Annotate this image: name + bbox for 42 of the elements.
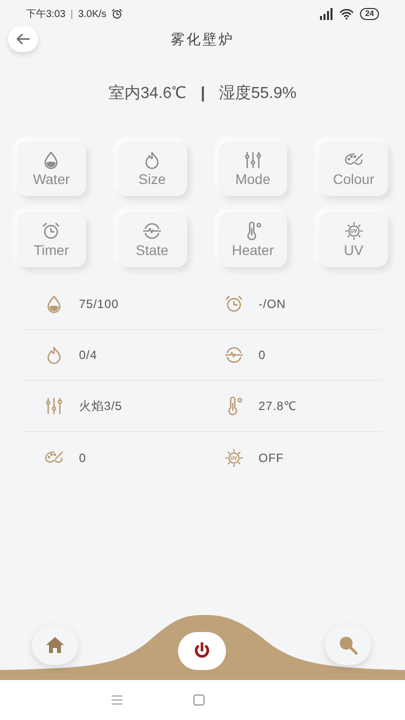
uv-sun-icon (224, 448, 244, 468)
reading-value: 0 (258, 347, 266, 364)
battery-indicator: 24 (360, 8, 379, 20)
reading-value: 火焰3/5 (79, 398, 122, 415)
pulse-circle-icon (224, 345, 244, 365)
control-tile[interactable]: Size (118, 141, 186, 196)
home-icon (45, 636, 65, 654)
search-icon (337, 634, 359, 656)
home-button[interactable] (32, 625, 78, 665)
reading-value: -/ON (258, 296, 286, 313)
indoor-temperature: 室内34.6℃ (108, 84, 187, 104)
alarm-clock-icon (111, 8, 124, 20)
menu-icon (110, 695, 122, 705)
humidity-reading: 湿度55.9% (219, 84, 296, 104)
reading-value: 0/4 (79, 347, 98, 364)
reading-value: 75/100 (79, 296, 119, 313)
control-tile[interactable]: Mode (218, 141, 288, 196)
sliders-icon (44, 396, 64, 416)
wifi-icon (339, 8, 354, 20)
status-time: 下午3:03 (26, 8, 66, 22)
network-speed: 3.0K/s (78, 8, 106, 22)
climate-divider: | (200, 84, 206, 104)
control-tile[interactable]: Timer (17, 212, 86, 267)
alarm-clock-icon (41, 220, 62, 240)
back-button[interactable] (8, 26, 38, 52)
signal-icon (319, 8, 334, 20)
sliders-icon (242, 150, 263, 170)
control-tile[interactable]: Heater (218, 212, 288, 267)
status-separator: | (70, 8, 74, 22)
reading-value: OFF (258, 450, 284, 466)
pulse-circle-icon (142, 220, 162, 240)
home-square-icon (192, 694, 204, 706)
back-arrow-icon (16, 33, 30, 45)
control-tile[interactable]: Colour (319, 141, 388, 196)
uv-sun-icon (344, 220, 364, 240)
reading-value: 0 (79, 450, 86, 466)
control-tile[interactable]: Water (17, 141, 86, 196)
alarm-clock-icon (224, 294, 244, 314)
control-tile[interactable]: UV (319, 212, 388, 267)
reading-value: 27.8℃ (258, 398, 296, 415)
control-tile[interactable]: State (118, 212, 186, 267)
page-title: 雾化壁炉 (170, 30, 234, 48)
